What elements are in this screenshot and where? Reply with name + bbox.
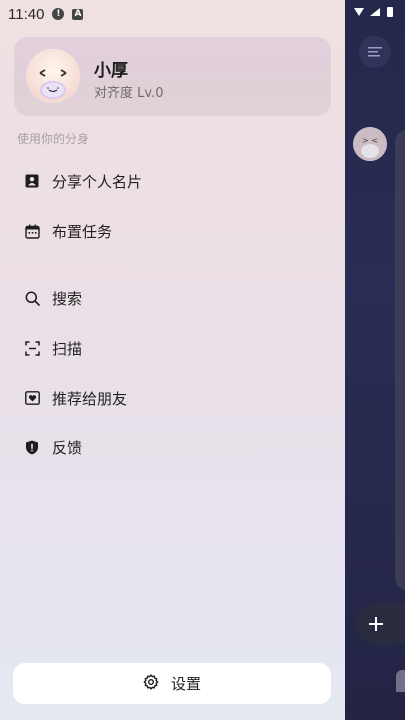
id-card-icon [24, 173, 40, 189]
menu-label: 分享个人名片 [52, 172, 143, 191]
calendar-icon [24, 223, 40, 239]
menu-item-share-card[interactable]: 分享个人名片 [24, 167, 142, 195]
navigation-drawer: 11:40 ! A 小厚 对齐度 Lv.0 使用你的分身 分享个人名片 布置任务… [0, 0, 345, 720]
profile-name: 小厚 [94, 61, 128, 81]
svg-text:> <: > < [362, 136, 378, 145]
settings-label: 设置 [170, 675, 201, 693]
scan-icon [24, 340, 40, 356]
menu-label: 推荐给朋友 [52, 389, 128, 408]
menu-label: 反馈 [52, 438, 83, 457]
avatar[interactable] [26, 49, 80, 103]
gear-icon [143, 673, 159, 694]
settings-button[interactable]: 设置 [13, 663, 331, 704]
font-notification-icon: A [72, 8, 84, 20]
status-bar: 11:40 ! A [8, 5, 84, 23]
menu-label: 布置任务 [52, 222, 113, 241]
heart-box-icon [24, 390, 40, 406]
search-icon [24, 290, 40, 306]
shield-alert-icon [24, 439, 40, 455]
menu-item-feedback[interactable]: 反馈 [24, 433, 82, 461]
background-panel [395, 130, 405, 590]
section-label: 使用你的分身 [17, 132, 90, 146]
menu-label: 搜索 [52, 289, 83, 308]
background-add-button [356, 603, 405, 645]
profile-level: 对齐度 Lv.0 [94, 86, 164, 101]
profile-card[interactable]: 小厚 对齐度 Lv.0 [14, 37, 331, 116]
background-status-icons [352, 6, 402, 21]
background-bottom-shape [396, 670, 405, 692]
alert-notification-icon: ! [52, 8, 65, 20]
menu-item-search[interactable]: 搜索 [24, 284, 82, 312]
menu-item-scan[interactable]: 扫描 [24, 334, 82, 362]
menu-item-recommend[interactable]: 推荐给朋友 [24, 384, 127, 412]
background-menu-button [359, 36, 391, 68]
menu-item-assign-task[interactable]: 布置任务 [24, 217, 112, 245]
menu-label: 扫描 [52, 339, 83, 358]
status-time: 11:40 [8, 5, 45, 23]
background-avatar: > < [353, 127, 387, 161]
